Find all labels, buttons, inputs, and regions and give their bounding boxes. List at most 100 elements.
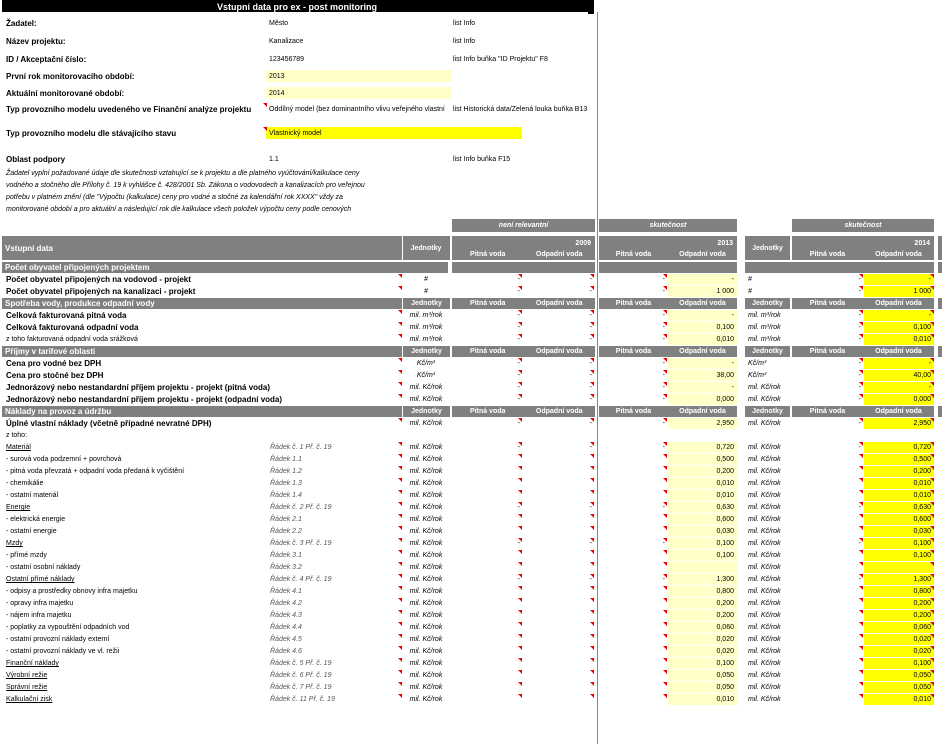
value-cell[interactable]: 0,600 [668,514,737,525]
value-cell[interactable]: 0,010 [864,694,934,705]
comment-marker [518,670,522,674]
value-cell[interactable] [864,562,934,573]
row-label: Jednorázový nebo nestandardní příjem pro… [6,383,271,392]
comment-marker [930,550,934,554]
value-cell[interactable]: 0,010 [864,478,934,489]
info-value[interactable]: 1.1 [269,154,451,165]
comment-marker [663,634,667,638]
comment-marker [663,574,667,578]
value-cell[interactable]: 0,050 [864,670,934,681]
row-label: - odpisy a prostředky obnovy infra majet… [6,588,138,595]
value-cell[interactable]: 0,000 [864,394,934,405]
value-cell[interactable]: 0,720 [864,442,934,453]
value-cell[interactable]: 0,010 [668,694,737,705]
row-unit-2: Kč/m³ [748,372,767,379]
value-cell[interactable]: - [864,274,934,285]
value-cell[interactable]: 0,500 [864,454,934,465]
value-cell[interactable]: 0,050 [668,682,737,693]
value-cell[interactable]: 1 000 [864,286,934,297]
value-cell[interactable]: - [668,310,737,321]
comment-marker [590,274,594,278]
value-cell[interactable]: 0,010 [668,490,737,501]
value-cell[interactable]: 0,060 [864,622,934,633]
value-cell[interactable]: 0,100 [668,322,737,333]
value-cell[interactable]: - [864,382,934,393]
value-cell[interactable]: - [668,382,737,393]
info-value[interactable]: Kanalizace [269,36,451,47]
comment-marker [930,382,934,386]
selected-cell[interactable] [588,0,594,14]
value-cell[interactable]: 0,200 [864,598,934,609]
value-cell[interactable]: 0,200 [668,610,737,621]
value-cell[interactable]: 1,300 [668,574,737,585]
value-cell[interactable]: 0,010 [668,478,737,489]
value-cell[interactable] [668,562,737,573]
value-cell[interactable]: - [668,358,737,369]
row-unit: mil. Kč/rok [409,540,443,547]
value-cell[interactable]: 0,060 [668,622,737,633]
value-cell[interactable]: 0,200 [668,598,737,609]
value-cell[interactable]: 0,100 [864,550,934,561]
value-cell[interactable]: 0,050 [668,670,737,681]
value-cell[interactable]: 0,010 [668,334,737,345]
value-cell[interactable]: 0,200 [864,610,934,621]
value-cell[interactable]: 0,100 [668,550,737,561]
value-cell[interactable]: 0,010 [864,334,934,345]
row-ref: Řádek 4.6 [270,648,302,655]
row-ref: Řádek 1.2 [270,468,302,475]
value-cell[interactable]: 0,100 [668,658,737,669]
value-cell[interactable]: 38,00 [668,370,737,381]
value-cell[interactable]: 0,000 [668,394,737,405]
value-cell[interactable]: - [864,358,934,369]
value-cell[interactable]: 1 000 [668,286,737,297]
value-cell[interactable]: 0,720 [668,442,737,453]
value-cell[interactable]: 0,630 [864,502,934,513]
info-value[interactable]: Vlastnický model [269,128,451,139]
value-cell[interactable]: 0,100 [864,322,934,333]
value-cell[interactable]: 0,010 [864,490,934,501]
comment-marker [859,382,863,386]
info-value[interactable]: 2013 [269,71,451,82]
value-cell[interactable]: 0,020 [864,646,934,657]
value-cell[interactable]: 2,950 [864,418,934,429]
value-cell[interactable]: 0,020 [668,634,737,645]
value-cell[interactable]: 0,030 [864,526,934,537]
value-cell[interactable]: 0,100 [864,538,934,549]
value-cell[interactable]: - [864,310,934,321]
value-cell: - [589,420,592,427]
value-cell[interactable]: 0,800 [668,586,737,597]
value-cell: - [517,312,520,319]
row-unit: mil. Kč/rok [409,600,443,607]
value-cell[interactable]: 0,100 [668,538,737,549]
value-cell[interactable]: 0,020 [668,646,737,657]
row-unit: mil. Kč/rok [409,396,443,403]
comment-marker [398,418,402,422]
value-cell[interactable]: 1,300 [864,574,934,585]
value-cell [452,526,523,537]
info-value[interactable]: 2014 [269,88,451,99]
value-cell[interactable]: 0,630 [668,502,737,513]
value-cell[interactable]: 0,600 [864,514,934,525]
instruction-line: vodného a stočného dle Přílohy č. 19 k v… [6,182,365,189]
header-pitna: Pitná voda [615,251,652,258]
info-value[interactable]: Město [269,18,451,29]
year-label: 2013 [717,240,733,247]
comment-marker [590,394,594,398]
value-cell[interactable]: 40,00 [864,370,934,381]
value-cell[interactable]: 0,100 [864,658,934,669]
comment-marker [518,370,522,374]
info-value[interactable]: 123456789 [269,54,451,65]
comment-marker [930,622,934,626]
value-cell[interactable]: 0,030 [668,526,737,537]
value-cell[interactable]: 0,500 [668,454,737,465]
value-cell[interactable]: - [668,274,737,285]
value-cell[interactable]: 2,950 [668,418,737,429]
value-cell[interactable]: 0,050 [864,682,934,693]
value-cell[interactable]: 0,200 [864,466,934,477]
comment-marker [930,274,934,278]
info-value[interactable]: Oddílný model (bez dominantního vlivu ve… [269,104,451,115]
value-cell [523,454,595,465]
value-cell[interactable]: 0,020 [864,634,934,645]
value-cell[interactable]: 0,200 [668,466,737,477]
value-cell[interactable]: 0,800 [864,586,934,597]
